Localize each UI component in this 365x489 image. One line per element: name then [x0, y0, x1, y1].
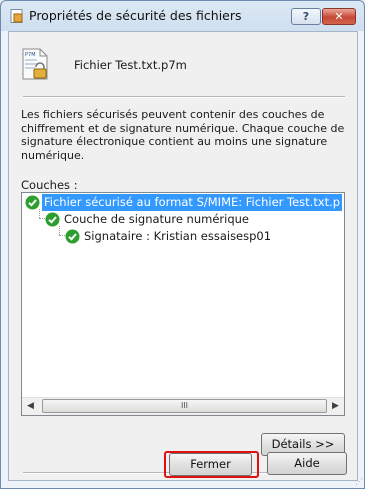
- tree-connector: [59, 226, 60, 235]
- security-properties-dialog: Propriétés de sécurité des fichiers ? ✕ …: [0, 0, 365, 489]
- dialog-body: P7M Fichier Test.txt.p7m Les fichiers sé…: [8, 31, 358, 481]
- signed-file-icon: P7M: [22, 48, 48, 80]
- divider: [23, 96, 345, 98]
- tree-node-label: Fichier sécurisé au format S/MIME: Fichi…: [42, 194, 343, 211]
- tree-node-label: Signataire : Kristian essaisesp01: [84, 229, 272, 243]
- file-name: Fichier Test.txt.p7m: [74, 58, 187, 72]
- close-button-highlight: Fermer: [164, 451, 259, 478]
- close-icon: ✕: [334, 10, 344, 23]
- tree-connector: [39, 209, 40, 218]
- description-text: Les fichiers sécurisés peuvent contenir …: [21, 108, 345, 162]
- layers-label: Couches :: [21, 178, 78, 192]
- horizontal-scrollbar[interactable]: ◀ III ▶: [22, 397, 344, 415]
- check-valid-icon: [65, 229, 80, 244]
- resize-grip-icon[interactable]: ⋰: [353, 477, 363, 487]
- shield-document-icon: [10, 9, 23, 23]
- help-button[interactable]: Aide: [267, 452, 347, 475]
- file-type-label: P7M: [25, 52, 36, 58]
- help-icon: ?: [302, 10, 310, 23]
- title-bar[interactable]: Propriétés de sécurité des fichiers ? ✕: [1, 1, 364, 31]
- check-valid-icon: [45, 212, 60, 227]
- grip-icon: III: [180, 401, 189, 410]
- close-title-button[interactable]: ✕: [322, 8, 356, 25]
- layers-tree[interactable]: Fichier sécurisé au format S/MIME: Fichi…: [21, 192, 345, 416]
- scroll-right-icon[interactable]: ▶: [327, 398, 344, 415]
- scroll-left-icon[interactable]: ◀: [22, 398, 39, 415]
- help-title-button[interactable]: ?: [291, 8, 321, 25]
- close-button[interactable]: Fermer: [169, 453, 252, 476]
- window-title: Propriétés de sécurité des fichiers: [29, 8, 242, 23]
- check-valid-icon: [25, 195, 40, 210]
- scrollbar-thumb[interactable]: III: [42, 399, 327, 413]
- tree-node-label: Couche de signature numérique: [64, 212, 249, 226]
